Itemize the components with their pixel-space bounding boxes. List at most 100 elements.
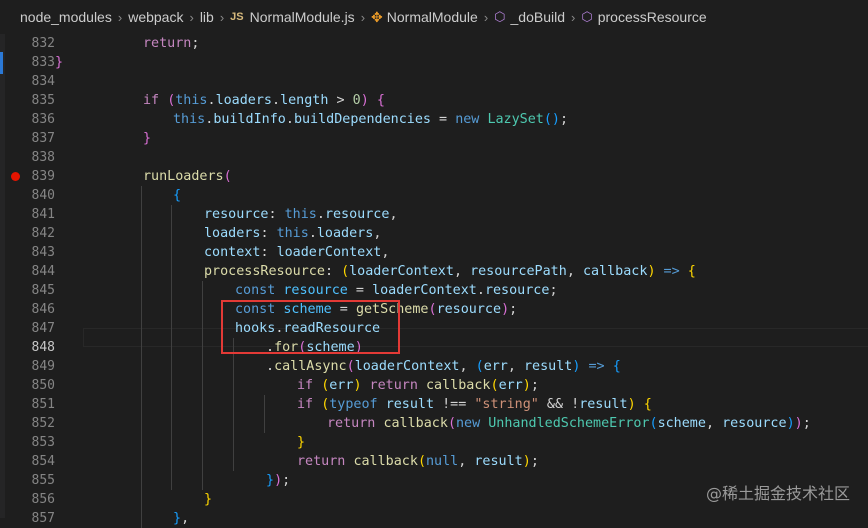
line-number: 838 bbox=[31, 150, 55, 165]
line-number: 832 bbox=[31, 36, 55, 51]
code-token: } bbox=[297, 435, 306, 450]
scroll-marker bbox=[0, 52, 3, 74]
code-line[interactable]: if (err) return callback(err); bbox=[297, 376, 539, 395]
line-number: 842 bbox=[31, 226, 55, 241]
code-token: > bbox=[328, 93, 353, 108]
line-number: 854 bbox=[31, 454, 55, 469]
code-token: UnhandledSchemeError bbox=[488, 416, 650, 431]
breadcrumb-item-file[interactable]: NormalModule.js bbox=[250, 9, 355, 25]
code-token: : bbox=[260, 245, 277, 260]
code-token: : bbox=[260, 226, 277, 241]
code-line[interactable]: return callback(null, result); bbox=[297, 452, 539, 471]
code-token: , bbox=[181, 511, 190, 526]
code-line[interactable]: resource: this.resource, bbox=[204, 205, 398, 224]
breakpoint-dot-icon[interactable] bbox=[11, 172, 20, 181]
code-line[interactable]: if (typeof result !== "string" && !resul… bbox=[297, 395, 652, 414]
code-line[interactable]: loaders: this.loaders, bbox=[204, 224, 381, 243]
code-token: ( bbox=[447, 416, 456, 431]
code-line[interactable]: } bbox=[55, 53, 63, 72]
code-editor[interactable]: return;} if (this.loaders.length > 0) {th… bbox=[55, 34, 868, 528]
current-line-highlight bbox=[83, 328, 868, 347]
code-line[interactable]: }); bbox=[266, 471, 290, 490]
indent-guide bbox=[171, 205, 172, 490]
code-token: resource bbox=[484, 283, 550, 298]
line-number: 856 bbox=[31, 492, 55, 507]
code-token: ; bbox=[530, 454, 539, 469]
line-number: 845 bbox=[31, 283, 55, 298]
code-token: ( bbox=[341, 264, 350, 279]
breadcrumb-item-lib[interactable]: lib bbox=[200, 9, 214, 25]
code-token: => bbox=[580, 359, 613, 374]
code-token: err bbox=[498, 378, 523, 393]
code-token: ( bbox=[649, 416, 658, 431]
code-token: result bbox=[579, 397, 628, 412]
code-token: context bbox=[204, 245, 261, 260]
code-token: , bbox=[507, 359, 524, 374]
code-token: () bbox=[543, 112, 560, 127]
code-token: ) bbox=[647, 264, 656, 279]
code-line[interactable]: return; bbox=[143, 34, 199, 53]
code-token: new bbox=[456, 416, 489, 431]
indent-guide bbox=[202, 281, 203, 490]
chevron-right-icon: › bbox=[189, 9, 194, 25]
breadcrumb-item-node-modules[interactable]: node_modules bbox=[20, 9, 112, 25]
code-token: , bbox=[381, 245, 390, 260]
line-number-gutter[interactable]: 832 833 834 835 836 837 838 839 840 841 842 843 844 8… bbox=[5, 34, 55, 526]
code-token: ( bbox=[490, 378, 499, 393]
line-number: 849 bbox=[31, 359, 55, 374]
line-number: 840 bbox=[31, 188, 55, 203]
code-line[interactable]: const resource = loaderContext.resource; bbox=[235, 281, 558, 300]
code-line[interactable]: } bbox=[204, 490, 212, 509]
code-token: this bbox=[276, 226, 309, 241]
code-token: && ! bbox=[538, 397, 580, 412]
code-token: { bbox=[687, 264, 696, 279]
code-token: ) bbox=[794, 416, 803, 431]
code-line[interactable]: return callback(new UnhandledSchemeError… bbox=[327, 414, 811, 433]
line-number: 833 bbox=[31, 55, 55, 70]
code-line[interactable]: context: loaderContext, bbox=[204, 243, 389, 262]
code-token: ) bbox=[274, 473, 283, 488]
code-token: . bbox=[316, 207, 325, 222]
code-token: resourcePath bbox=[470, 264, 567, 279]
code-token: = bbox=[431, 112, 456, 127]
breadcrumb-item-class[interactable]: NormalModule bbox=[387, 9, 478, 25]
line-number: 834 bbox=[31, 74, 55, 89]
code-token: { bbox=[376, 93, 385, 108]
breadcrumb-item-method[interactable]: _doBuild bbox=[511, 9, 566, 25]
method-symbol-icon: ⬡ bbox=[581, 9, 593, 24]
code-line[interactable]: } bbox=[297, 433, 305, 452]
code-token: this bbox=[175, 93, 208, 108]
code-line[interactable]: this.buildInfo.buildDependencies = new L… bbox=[173, 110, 568, 129]
code-token: callAsync bbox=[274, 359, 347, 374]
code-line[interactable]: } bbox=[143, 129, 151, 148]
line-number: 848 bbox=[31, 340, 55, 355]
code-token: loaderContext bbox=[354, 359, 460, 374]
code-line[interactable]: if (this.loaders.length > 0) { bbox=[143, 91, 385, 110]
code-token: callback bbox=[353, 454, 418, 469]
code-token: typeof bbox=[329, 397, 386, 412]
code-line[interactable]: runLoaders( bbox=[143, 167, 232, 186]
code-token: ) bbox=[522, 378, 531, 393]
code-token: , bbox=[389, 207, 398, 222]
code-token: : bbox=[324, 264, 342, 279]
code-line[interactable]: }, bbox=[173, 509, 189, 528]
code-token: => bbox=[655, 264, 688, 279]
watermark: @稀土掘金技术社区 bbox=[705, 484, 850, 503]
code-token: return bbox=[361, 378, 426, 393]
code-token: new bbox=[455, 112, 488, 127]
code-line[interactable]: .callAsync(loaderContext, (err, result) … bbox=[266, 357, 621, 376]
breadcrumb-item-function[interactable]: processResource bbox=[598, 9, 707, 25]
code-token: ) bbox=[786, 416, 795, 431]
chevron-right-icon: › bbox=[219, 9, 225, 25]
code-line[interactable]: processResource: (loaderContext, resourc… bbox=[204, 262, 696, 281]
line-number: 844 bbox=[31, 264, 55, 279]
breadcrumb-item-webpack[interactable]: webpack bbox=[128, 9, 183, 25]
code-token: { bbox=[612, 359, 621, 374]
code-token: this bbox=[173, 112, 206, 127]
line-number: 855 bbox=[31, 473, 55, 488]
chevron-right-icon: › bbox=[571, 9, 576, 25]
code-token: . bbox=[308, 226, 317, 241]
code-line[interactable]: { bbox=[173, 186, 181, 205]
code-token: ; bbox=[549, 283, 558, 298]
